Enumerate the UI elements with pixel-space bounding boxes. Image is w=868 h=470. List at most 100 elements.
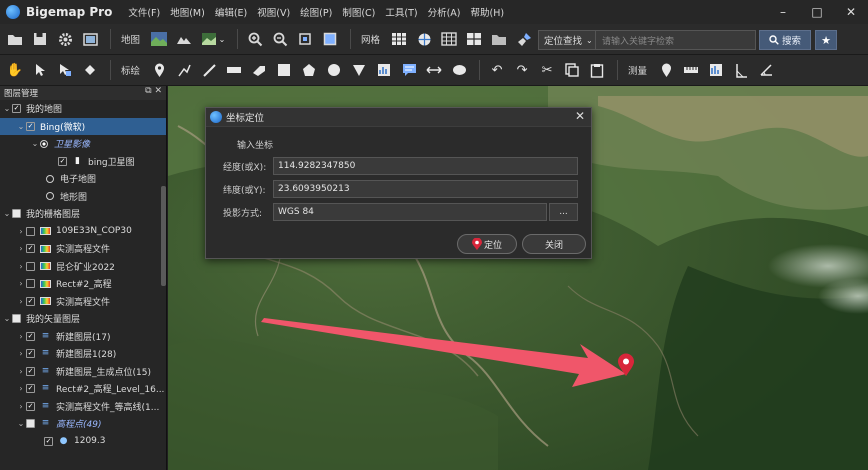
layer-item-raster[interactable]: › Rect#2_高程 — [0, 275, 166, 293]
chevron-down-icon[interactable]: ⌄ — [16, 419, 26, 428]
chevron-right-icon[interactable]: › — [16, 384, 26, 393]
layer-checkbox[interactable]: ✓ — [44, 436, 53, 446]
chevron-right-icon[interactable]: › — [16, 349, 26, 358]
brush-clear-icon[interactable] — [513, 28, 535, 50]
line-draw-icon[interactable] — [198, 59, 220, 81]
layer-checkbox[interactable]: ✓ — [26, 384, 35, 394]
chevron-down-icon[interactable]: ⌄ — [2, 104, 12, 113]
layer-checkbox[interactable]: ✓ — [26, 296, 35, 306]
plot-label[interactable]: 标绘 — [121, 63, 140, 77]
layer-item-vector[interactable]: › ✓ ≡ 新建图层1(28) — [0, 345, 166, 363]
menu-file[interactable]: 文件(F) — [128, 5, 160, 19]
satellite-map-icon[interactable] — [148, 28, 170, 50]
menu-help[interactable]: 帮助(H) — [471, 5, 505, 19]
latitude-input[interactable]: 23.6093950213 — [273, 180, 578, 198]
chevron-right-icon[interactable]: › — [16, 279, 26, 288]
terrain-map-icon[interactable] — [173, 28, 195, 50]
map-label[interactable]: 地图 — [121, 32, 140, 46]
circle-icon[interactable] — [323, 59, 345, 81]
layer-item-bing[interactable]: ⌄ ✓ Bing(微软) — [0, 117, 166, 135]
layer-checkbox[interactable] — [26, 226, 35, 236]
chevron-right-icon[interactable]: › — [16, 244, 26, 253]
menu-tools[interactable]: 工具(T) — [385, 5, 417, 19]
redo-icon[interactable]: ↷ — [511, 59, 533, 81]
globe-grid-icon[interactable] — [413, 28, 435, 50]
layer-group-raster[interactable]: ⌄ 我的栅格图层 — [0, 205, 166, 223]
measure-height-icon[interactable] — [730, 59, 752, 81]
measure-angle-icon[interactable] — [755, 59, 777, 81]
zoom-in-icon[interactable] — [244, 28, 266, 50]
zoom-extent-icon[interactable] — [294, 28, 316, 50]
arrow-plot-icon[interactable] — [248, 59, 270, 81]
layer-checkbox[interactable]: ✓ — [26, 331, 35, 341]
layer-panel-scrollbar[interactable] — [161, 186, 166, 286]
cut-scissors-icon[interactable]: ✂ — [536, 59, 558, 81]
projection-input[interactable]: WGS 84 — [273, 203, 547, 221]
close-button[interactable]: 关闭 — [522, 234, 586, 254]
layer-item-raster[interactable]: › ✓ 实测高程文件 — [0, 293, 166, 311]
layer-item-vector[interactable]: › ✓ ≡ 新建图层_生成点位(15) — [0, 363, 166, 381]
panel-float-close-icons[interactable]: ⧉ ✕ — [145, 86, 162, 96]
chevron-right-icon[interactable]: › — [16, 402, 26, 411]
layer-item-point[interactable]: ✓ ● 1209.3 — [0, 433, 166, 451]
layer-radio[interactable] — [46, 192, 54, 201]
minimize-icon[interactable]: – — [766, 5, 800, 19]
polyline-icon[interactable] — [173, 59, 195, 81]
chevron-right-icon[interactable]: › — [16, 332, 26, 341]
marker-pin-icon[interactable] — [148, 59, 170, 81]
layer-item-bing-satellite[interactable]: ✓ ▮ bing卫星图 — [0, 153, 166, 171]
pan-hand-icon[interactable]: ✋ — [4, 59, 26, 81]
layer-radio[interactable] — [40, 139, 48, 148]
close-icon[interactable]: ✕ — [575, 109, 585, 123]
layout-icon[interactable] — [79, 28, 101, 50]
search-input[interactable]: 请输入关键字检索 — [596, 30, 756, 50]
layer-checkbox[interactable]: ✓ — [58, 156, 67, 166]
layer-checkbox[interactable]: ✓ — [26, 366, 35, 376]
layer-checkbox[interactable]: ✓ — [26, 121, 35, 131]
zoom-out-icon[interactable] — [269, 28, 291, 50]
layer-item-elevation-points[interactable]: ⌄ ≡ 高程点(49) — [0, 415, 166, 433]
chevron-down-icon[interactable]: ⌄ — [2, 209, 12, 218]
maximize-icon[interactable]: □ — [800, 5, 834, 19]
menu-cartography[interactable]: 制图(C) — [342, 5, 375, 19]
search-button[interactable]: 搜索 — [759, 30, 811, 50]
chevron-right-icon[interactable]: › — [16, 297, 26, 306]
full-extent-icon[interactable] — [319, 28, 341, 50]
layer-item-terrain[interactable]: 地形图 — [0, 188, 166, 206]
chevron-right-icon[interactable]: › — [16, 262, 26, 271]
folder-icon[interactable] — [488, 28, 510, 50]
grid-icon[interactable] — [388, 28, 410, 50]
measure-area-icon[interactable] — [705, 59, 727, 81]
layer-item-electronic-map[interactable]: 电子地图 — [0, 170, 166, 188]
distance-arrow-icon[interactable] — [423, 59, 445, 81]
menu-edit[interactable]: 编辑(E) — [215, 5, 247, 19]
layer-checkbox[interactable]: ✓ — [26, 244, 35, 254]
layer-item-raster[interactable]: › ✓ 实测高程文件 — [0, 240, 166, 258]
select-arrow-icon[interactable] — [29, 59, 51, 81]
edit-shape-icon[interactable] — [79, 59, 101, 81]
chevron-down-icon[interactable]: ⌄ — [30, 139, 40, 148]
chevron-right-icon[interactable]: › — [16, 227, 26, 236]
layer-item-vector[interactable]: › ✓ ≡ 实测高程文件_等高线(1... — [0, 398, 166, 416]
layer-checkbox[interactable] — [26, 261, 35, 271]
layer-checkbox[interactable] — [26, 279, 35, 289]
chevron-down-icon[interactable]: ⌄ — [2, 314, 12, 323]
layer-item-satellite[interactable]: ⌄ 卫星影像 — [0, 135, 166, 153]
layer-checkbox[interactable] — [26, 419, 35, 429]
measure-label[interactable]: 测量 — [628, 63, 647, 77]
pentagon-icon[interactable] — [298, 59, 320, 81]
favorite-star-icon[interactable]: ★ — [815, 30, 837, 50]
layer-item-vector[interactable]: › ✓ ≡ Rect#2_高程_Level_16... — [0, 380, 166, 398]
save-icon[interactable] — [29, 28, 51, 50]
layer-checkbox[interactable]: ✓ — [26, 349, 35, 359]
layer-item-raster[interactable]: › 昆仑矿业2022 — [0, 258, 166, 276]
longitude-input[interactable]: 114.9282347850 — [273, 157, 578, 175]
layer-radio[interactable] — [46, 174, 54, 183]
multi-select-icon[interactable] — [54, 59, 76, 81]
layer-checkbox[interactable] — [12, 209, 21, 219]
layer-item-vector[interactable]: › ✓ ≡ 新建图层(17) — [0, 328, 166, 346]
rectangle-icon[interactable] — [273, 59, 295, 81]
copy-icon[interactable] — [561, 59, 583, 81]
triangle-down-icon[interactable] — [348, 59, 370, 81]
image-layer-icon[interactable]: ⌄ — [198, 28, 228, 50]
